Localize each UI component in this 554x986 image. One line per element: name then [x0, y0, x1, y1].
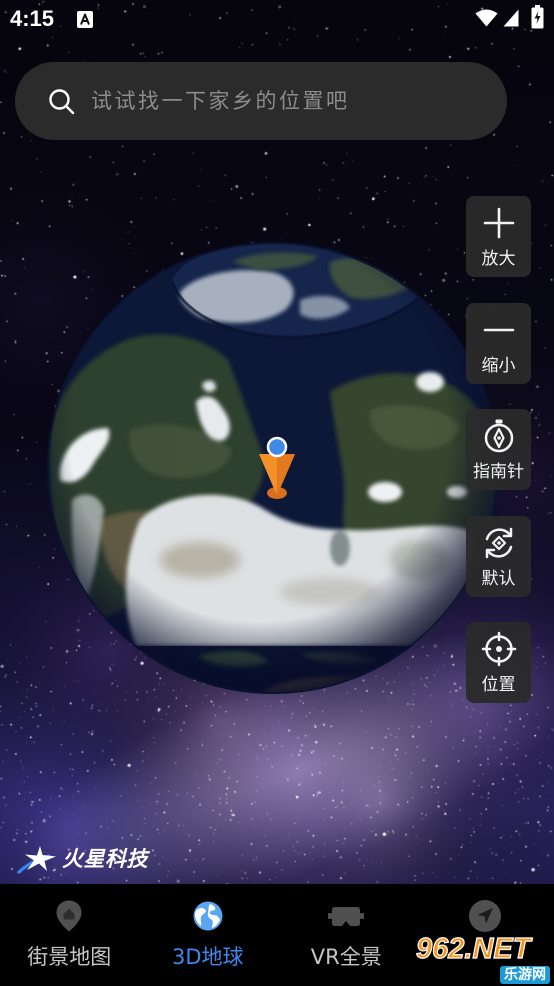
map-pin-icon — [55, 899, 83, 933]
map-controls: 放大 缩小 指南针 默认 位置 — [466, 196, 531, 703]
watermark-text: 962.NET — [415, 932, 531, 965]
navigation-arrow-icon — [468, 899, 502, 933]
minus-icon — [481, 312, 517, 348]
tab-label: VR全景 — [310, 945, 382, 969]
my-location-label: 位置 — [481, 675, 516, 695]
brand-logo: 火星科技 — [17, 843, 167, 875]
status-bar: 4:15 — [0, 0, 554, 38]
reset-view-icon — [481, 525, 517, 561]
vr-goggles-icon — [328, 899, 365, 933]
signal-icon — [503, 9, 519, 27]
tab-vr-panorama[interactable]: VR全景 — [277, 884, 416, 986]
reset-view-label: 默认 — [481, 568, 516, 589]
brand-name: 火星科技 — [62, 847, 148, 871]
tab-label: 3D地球 — [171, 945, 244, 969]
tab-label: 街景地图 — [27, 945, 112, 969]
tab-3d-earth[interactable]: 3D地球 — [139, 884, 278, 986]
plus-icon — [481, 205, 517, 241]
my-location-button[interactable]: 位置 — [466, 622, 531, 703]
watermark: 962.NET 乐游网 — [414, 932, 552, 985]
location-pin-icon[interactable] — [255, 435, 299, 503]
compass-icon — [481, 418, 517, 454]
watermark-subtext: 乐游网 — [500, 966, 550, 984]
star-logo-icon — [17, 844, 59, 874]
compass-button[interactable]: 指南针 — [466, 409, 531, 490]
search-icon[interactable] — [48, 88, 75, 115]
locate-icon — [481, 631, 517, 667]
zoom-in-button[interactable]: 放大 — [466, 196, 531, 277]
tab-street-map[interactable]: 街景地图 — [0, 884, 139, 986]
a-letter-icon — [77, 11, 93, 28]
zoom-in-label: 放大 — [481, 249, 516, 269]
reset-view-button[interactable]: 默认 — [466, 515, 531, 597]
zoom-out-button[interactable]: 缩小 — [466, 302, 531, 384]
globe-icon — [192, 899, 224, 933]
compass-label: 指南针 — [473, 462, 524, 482]
search-input[interactable] — [91, 62, 491, 140]
zoom-out-label: 缩小 — [481, 355, 516, 376]
wifi-icon — [475, 9, 498, 27]
search-bar[interactable] — [15, 62, 507, 140]
battery-charging-icon — [531, 5, 544, 29]
status-time: 4:15 — [10, 6, 55, 31]
